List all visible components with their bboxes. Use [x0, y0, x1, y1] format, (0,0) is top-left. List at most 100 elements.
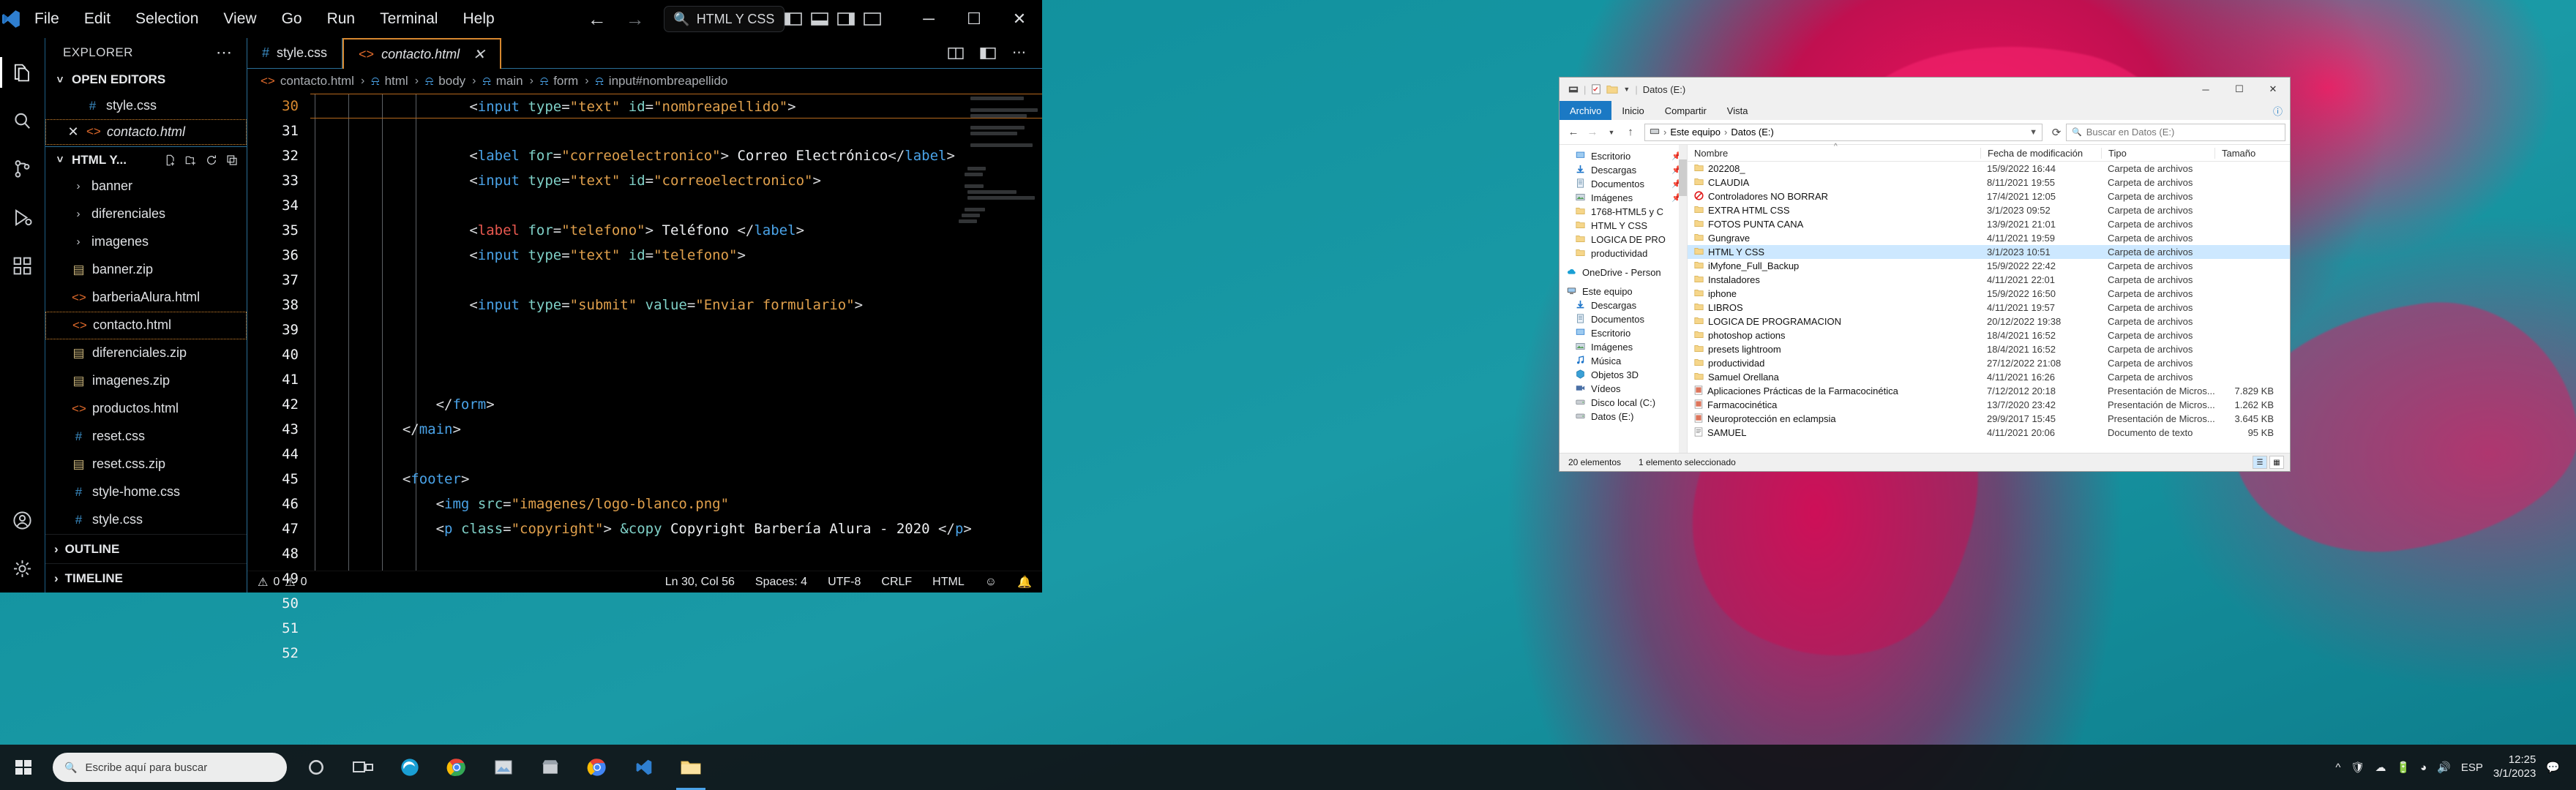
- tree-item-productos-html[interactable]: <> productos.html: [45, 395, 247, 423]
- explorer-window-controls[interactable]: ─ ☐ ✕: [2189, 78, 2290, 101]
- code-line[interactable]: <input type="text" id="nombreapellido">: [310, 94, 1042, 118]
- tree-item-diferenciales[interactable]: › diferenciales: [45, 200, 247, 228]
- taskbar-item-edge[interactable]: [386, 745, 433, 790]
- table-row[interactable]: EXTRA HTML CSS 3/1/2023 09:52 Carpeta de a…: [1688, 203, 2290, 217]
- nav-tree-item[interactable]: Documentos 📌: [1560, 177, 1687, 191]
- tree-item-reset-css-zip[interactable]: ▤ reset.css.zip: [45, 451, 247, 478]
- customize-dropdown-icon[interactable]: ▼: [1623, 86, 1630, 93]
- file-rows-container[interactable]: 202208_ 15/9/2022 16:44 Carpeta de archivo…: [1688, 162, 2290, 453]
- nav-tree-item[interactable]: productividad: [1560, 247, 1687, 260]
- table-row[interactable]: Controladores NO BORRAR 17/4/2021 12:05 Ca…: [1688, 189, 2290, 203]
- close-icon[interactable]: ✕: [473, 45, 485, 64]
- command-search-input[interactable]: 🔍 HTML Y CSS: [663, 6, 785, 32]
- column-header-tamano[interactable]: Tamaño: [2214, 147, 2290, 159]
- menu-item-run[interactable]: Run: [315, 6, 368, 32]
- table-row[interactable]: Neuroprotección en eclampsia 29/9/2017 15…: [1688, 412, 2290, 426]
- menu-item-selection[interactable]: Selection: [123, 6, 211, 32]
- column-header-tipo[interactable]: Tipo: [2101, 147, 2214, 159]
- tree-item-banner-zip[interactable]: ▤ banner.zip: [45, 256, 247, 284]
- sidebar-item-settings[interactable]: [0, 544, 45, 592]
- tree-item-imagenes[interactable]: › imagenes: [45, 228, 247, 256]
- code-line[interactable]: [310, 342, 1042, 367]
- forward-button[interactable]: →: [1583, 123, 1602, 142]
- vscode-activity-bar[interactable]: [0, 38, 45, 592]
- tab-contacto-html[interactable]: <> contacto.html ✕: [342, 38, 501, 69]
- explorer-file-list[interactable]: ^ Nombre Fecha de modificación Tipo Tama…: [1688, 143, 2290, 453]
- code-line[interactable]: </footer>: [310, 566, 1042, 571]
- breadcrumb[interactable]: <> contacto.html › ⍾ html › ⍾ body › ⍾ main …: [247, 69, 1042, 94]
- table-row[interactable]: Instaladores 4/11/2021 22:01 Carpeta de ar…: [1688, 273, 2290, 287]
- address-crumb-datos[interactable]: Datos (E:): [1731, 127, 1774, 138]
- vscode-nav-arrows[interactable]: ← →: [588, 8, 645, 31]
- table-row[interactable]: 202208_ 15/9/2022 16:44 Carpeta de archivo…: [1688, 162, 2290, 176]
- up-button[interactable]: ↑: [1621, 123, 1640, 142]
- refresh-button[interactable]: ⟳: [2047, 123, 2066, 142]
- nav-tree-item[interactable]: Imágenes: [1560, 340, 1687, 354]
- nav-tree-item[interactable]: Disco local (C:): [1560, 396, 1687, 410]
- menu-item-file[interactable]: File: [22, 6, 72, 32]
- help-icon[interactable]: ⓘ: [2266, 101, 2290, 120]
- code-line[interactable]: <img src="imagenes/logo-blanco.png": [310, 492, 1042, 516]
- sidebar-item-accounts[interactable]: [0, 496, 45, 544]
- project-section[interactable]: ˅ HTML Y...: [45, 146, 247, 173]
- table-row[interactable]: FOTOS PUNTA CANA 13/9/2021 21:01 Carpeta d…: [1688, 217, 2290, 231]
- toggle-panel-icon[interactable]: [811, 12, 828, 26]
- project-actions[interactable]: [165, 154, 247, 166]
- tree-item-reset-css[interactable]: # reset.css: [45, 423, 247, 451]
- code-line[interactable]: <label for="correoelectronico"> Correo E…: [310, 143, 1042, 168]
- code-line[interactable]: [310, 268, 1042, 293]
- save-icon[interactable]: [1568, 84, 1579, 94]
- sidebar-item-run-debug[interactable]: [0, 193, 45, 241]
- address-dropdown-icon[interactable]: ▼: [2029, 128, 2037, 137]
- tree-scrollbar-thumb[interactable]: [1679, 159, 1687, 196]
- ribbon-tab-vista[interactable]: Vista: [1717, 101, 1759, 120]
- code-line[interactable]: <p class="copyright"> &copy Copyright Ba…: [310, 516, 1042, 541]
- tab-style-css[interactable]: # style.css: [247, 38, 343, 69]
- code-line[interactable]: [310, 541, 1042, 566]
- breadcrumb-item-main[interactable]: ⍾ main: [482, 74, 523, 89]
- nav-tree-item[interactable]: Vídeos: [1560, 382, 1687, 396]
- table-row[interactable]: productividad 27/12/2022 21:08 Carpeta de …: [1688, 356, 2290, 370]
- explorer-navigation-pane[interactable]: Escritorio 📌 Descargas 📌 Documentos 📌 Imágenes…: [1560, 145, 1688, 453]
- vscode-maximize-button[interactable]: ☐: [951, 0, 997, 38]
- tree-item-imagenes-zip[interactable]: ▤ imagenes.zip: [45, 367, 247, 395]
- close-icon[interactable]: ✕: [67, 124, 80, 140]
- status-indentation[interactable]: Spaces: 4: [745, 576, 817, 589]
- code-line[interactable]: </form>: [310, 392, 1042, 417]
- breadcrumb-item-file[interactable]: <> contacto.html: [261, 74, 354, 89]
- menu-item-edit[interactable]: Edit: [72, 6, 123, 32]
- taskbar-item-task-view[interactable]: [340, 745, 386, 790]
- file-list-header[interactable]: ^ Nombre Fecha de modificación Tipo Tama…: [1688, 143, 2290, 162]
- code-line[interactable]: [310, 442, 1042, 467]
- table-row[interactable]: Farmacocinética 13/7/2020 23:42 Presentaci…: [1688, 398, 2290, 412]
- explorer-minimize-button[interactable]: ─: [2189, 78, 2223, 101]
- sidebar-item-source-control[interactable]: [0, 145, 45, 193]
- code-line[interactable]: <input type="text" id="correoelectronico…: [310, 168, 1042, 193]
- windows-taskbar[interactable]: 🔍 Escribe aquí para buscar ^ 🛡 ☁ 🔋 ◕ 🔊 E…: [0, 745, 2576, 790]
- status-bell-icon[interactable]: 🔔: [1007, 575, 1042, 590]
- code-line[interactable]: [310, 367, 1042, 392]
- vscode-close-button[interactable]: ✕: [997, 0, 1042, 38]
- refresh-icon[interactable]: [206, 154, 217, 166]
- status-encoding[interactable]: UTF-8: [817, 576, 871, 589]
- timeline-section[interactable]: › TIMELINE: [45, 563, 247, 592]
- breadcrumb-item-html[interactable]: ⍾ html: [371, 74, 408, 89]
- language-indicator[interactable]: ESP: [2461, 761, 2483, 774]
- table-row[interactable]: iMyfone_Full_Backup 15/9/2022 22:42 Carpet…: [1688, 259, 2290, 273]
- code-line[interactable]: <label for="telefono"> Teléfono </label>: [310, 218, 1042, 243]
- back-arrow-icon[interactable]: ←: [588, 8, 607, 31]
- new-folder-icon[interactable]: [185, 154, 197, 166]
- table-row[interactable]: CLAUDIA 8/11/2021 19:55 Carpeta de archivo…: [1688, 176, 2290, 189]
- code-content[interactable]: <input type="text" id="nombreapellido"> …: [310, 94, 1042, 571]
- column-header-nombre[interactable]: ^ Nombre: [1688, 143, 1980, 159]
- taskbar-item-photos[interactable]: [480, 745, 527, 790]
- nav-tree-item[interactable]: Documentos: [1560, 312, 1687, 326]
- ribbon-tab-compartir[interactable]: Compartir: [1655, 101, 1717, 120]
- table-row[interactable]: LOGICA DE PROGRAMACION 20/12/2022 19:38 Ca…: [1688, 315, 2290, 328]
- wifi-icon[interactable]: ◕: [2420, 761, 2427, 774]
- breadcrumb-item-body[interactable]: ⍾ body: [425, 74, 465, 89]
- sidebar-more-icon[interactable]: ⋯: [216, 43, 233, 62]
- collapse-all-icon[interactable]: [226, 154, 238, 166]
- vscode-menubar[interactable]: File Edit Selection View Go Run Terminal…: [22, 6, 507, 32]
- explorer-ribbon-tabs[interactable]: Archivo Inicio Compartir Vista ⓘ: [1560, 101, 2290, 120]
